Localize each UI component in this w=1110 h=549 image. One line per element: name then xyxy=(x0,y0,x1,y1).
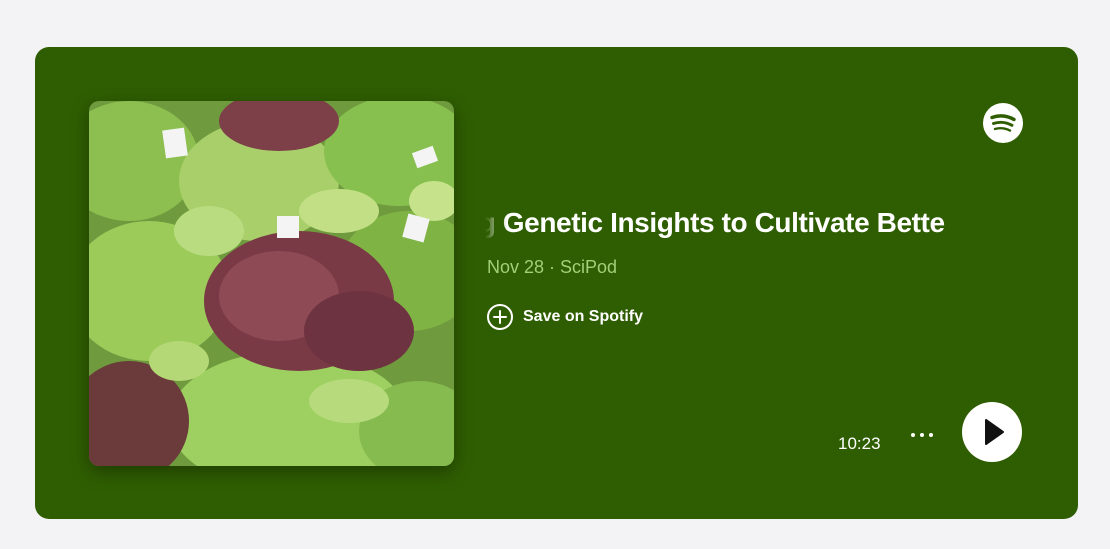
more-dots-icon[interactable] xyxy=(905,423,939,447)
episode-title-marquee[interactable]: ng Genetic Insights to Cultivate Bette xyxy=(485,205,1030,249)
spotify-icon[interactable] xyxy=(982,102,1024,144)
play-icon xyxy=(985,419,1004,445)
save-on-spotify-label: Save on Spotify xyxy=(523,308,644,325)
plus-circle-icon xyxy=(486,303,514,331)
episode-meta: Nov 28 · SciPod xyxy=(487,257,618,277)
save-on-spotify-button[interactable]: Save on Spotify xyxy=(486,303,643,331)
podcast-embed-card: ng Genetic Insights to Cultivate Bette N… xyxy=(35,47,1078,519)
episode-duration: 10:23 xyxy=(838,434,881,453)
play-button[interactable] xyxy=(962,402,1022,462)
episode-title: ng Genetic Insights to Cultivate Bette xyxy=(485,207,945,238)
episode-cover-image[interactable] xyxy=(89,101,454,466)
